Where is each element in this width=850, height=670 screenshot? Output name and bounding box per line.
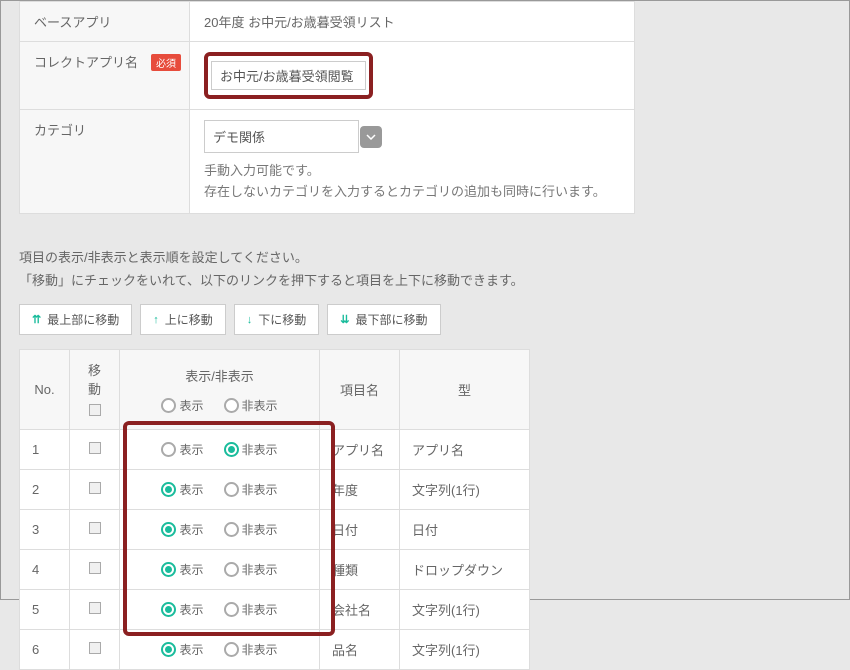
row-name: 年度 [320,470,400,510]
row-hide-radio[interactable]: 非表示 [224,521,278,538]
row-name: 会社名 [320,590,400,630]
row-move [70,550,120,590]
row-show-radio[interactable]: 表示 [161,601,203,618]
row-move [70,590,120,630]
category-hint2: 存在しないカテゴリを入力するとカテゴリの追加も同時に行います。 [204,182,620,203]
table-row: 5 表示 非表示 会社名 文字列(1行) [20,590,530,630]
chevron-down-icon[interactable] [360,126,382,148]
instructions: 項目の表示/非表示と表示順を設定してください。 「移動」にチェックをいれて、以下… [19,246,831,293]
move-bottom-button[interactable]: ⇊ 最下部に移動 [327,304,440,335]
row-no: 6 [20,630,70,670]
grid-table: No. 移動 表示/非表示 表示 [19,349,530,670]
table-row: 4 表示 非表示 種類 ドロップダウン [20,550,530,590]
arrow-down-icon: ↓ [247,314,253,326]
base-app-value: 20年度 お中元/お歳暮受領リスト [190,2,635,42]
row-move-checkbox[interactable] [89,482,101,494]
row-move-checkbox[interactable] [89,602,101,614]
header-no: No. [20,350,70,430]
move-all-checkbox[interactable] [89,404,101,416]
row-move-checkbox[interactable] [89,642,101,654]
row-name: 種類 [320,550,400,590]
row-visibility: 表示 非表示 [120,630,320,670]
header-hide-radio[interactable]: 非表示 [224,397,278,414]
collect-name-input[interactable] [211,61,366,90]
form-table: ベースアプリ 20年度 お中元/お歳暮受領リスト コレクトアプリ名 必須 カテゴ… [19,1,635,214]
header-move: 移動 [70,350,120,430]
row-type: 文字列(1行) [400,630,530,670]
row-hide-radio[interactable]: 非表示 [224,441,278,458]
row-visibility: 表示 非表示 [120,430,320,470]
row-move-checkbox[interactable] [89,442,101,454]
row-type: アプリ名 [400,430,530,470]
row-move [70,470,120,510]
category-label: カテゴリ [20,110,190,214]
move-down-button[interactable]: ↓ 下に移動 [234,304,320,335]
move-buttons: ⇈ 最上部に移動 ↑ 上に移動 ↓ 下に移動 ⇊ 最下部に移動 [19,304,831,335]
header-name: 項目名 [320,350,400,430]
row-show-radio[interactable]: 表示 [161,561,203,578]
row-hide-radio[interactable]: 非表示 [224,481,278,498]
row-show-radio[interactable]: 表示 [161,521,203,538]
header-show-radio[interactable]: 表示 [161,397,203,414]
row-name: 品名 [320,630,400,670]
table-row: 3 表示 非表示 日付 日付 [20,510,530,550]
row-no: 4 [20,550,70,590]
row-visibility: 表示 非表示 [120,550,320,590]
arrow-bottom-icon: ⇊ [340,313,349,326]
row-type: 文字列(1行) [400,590,530,630]
row-move-checkbox[interactable] [89,522,101,534]
row-hide-radio[interactable]: 非表示 [224,641,278,658]
row-type: 日付 [400,510,530,550]
collect-name-highlight [204,52,373,99]
header-type: 型 [400,350,530,430]
table-row: 1 表示 非表示 アプリ名 アプリ名 [20,430,530,470]
row-no: 5 [20,590,70,630]
row-show-radio[interactable]: 表示 [161,641,203,658]
table-row: 6 表示 非表示 品名 文字列(1行) [20,630,530,670]
row-no: 1 [20,430,70,470]
base-app-label: ベースアプリ [20,2,190,42]
row-show-radio[interactable]: 表示 [161,481,203,498]
move-top-button[interactable]: ⇈ 最上部に移動 [19,304,132,335]
category-hint1: 手動入力可能です。 [204,161,620,182]
header-visibility: 表示/非表示 表示 非表示 [120,350,320,430]
row-visibility: 表示 非表示 [120,590,320,630]
row-no: 2 [20,470,70,510]
row-name: 日付 [320,510,400,550]
row-visibility: 表示 非表示 [120,470,320,510]
row-hide-radio[interactable]: 非表示 [224,561,278,578]
category-select[interactable]: デモ関係 [204,120,359,153]
collect-name-label: コレクトアプリ名 必須 [20,42,190,110]
row-hide-radio[interactable]: 非表示 [224,601,278,618]
row-name: アプリ名 [320,430,400,470]
row-visibility: 表示 非表示 [120,510,320,550]
row-move-checkbox[interactable] [89,562,101,574]
table-row: 2 表示 非表示 年度 文字列(1行) [20,470,530,510]
move-up-button[interactable]: ↑ 上に移動 [140,304,226,335]
required-badge: 必須 [151,54,181,71]
row-type: 文字列(1行) [400,470,530,510]
row-move [70,510,120,550]
arrow-top-icon: ⇈ [32,313,41,326]
row-show-radio[interactable]: 表示 [161,441,203,458]
arrow-up-icon: ↑ [153,314,159,326]
row-move [70,430,120,470]
row-type: ドロップダウン [400,550,530,590]
row-no: 3 [20,510,70,550]
row-move [70,630,120,670]
